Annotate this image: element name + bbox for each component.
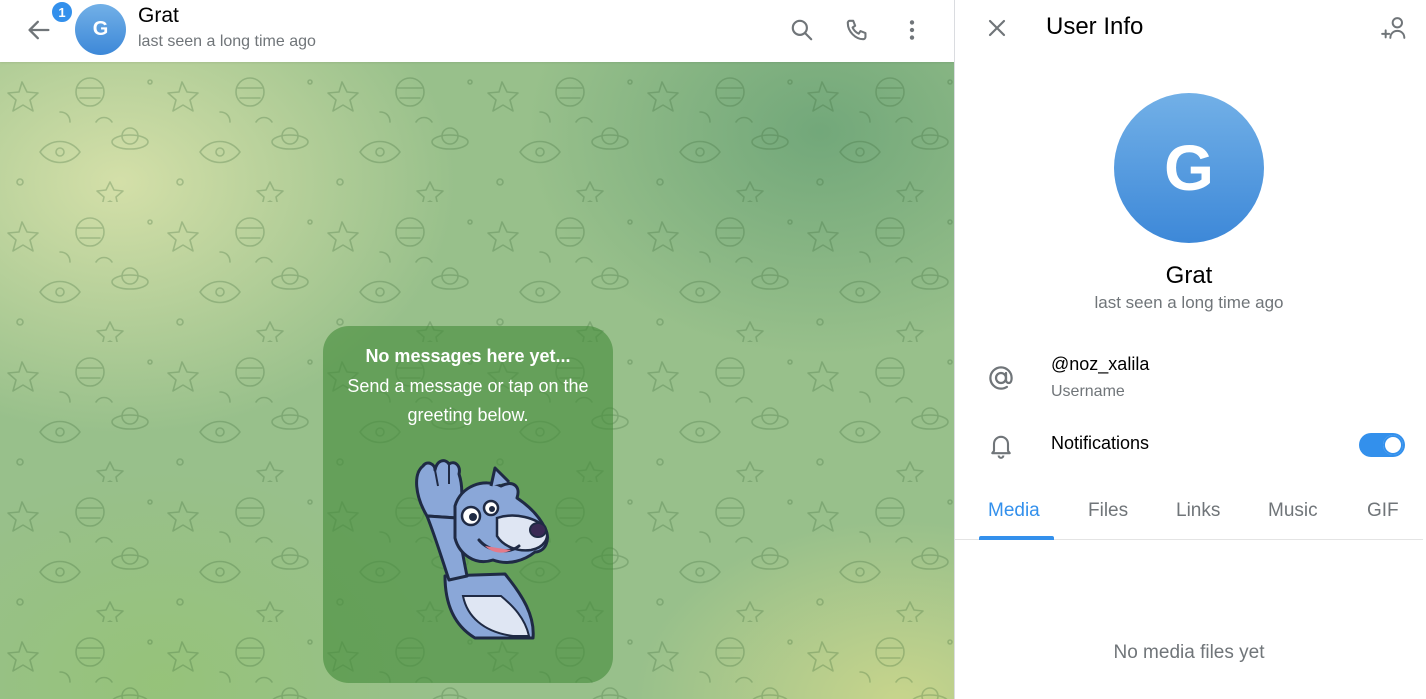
- add-contact-icon: [1381, 17, 1406, 39]
- active-tab-indicator: [979, 536, 1054, 540]
- chat-title[interactable]: Grat: [138, 4, 179, 28]
- search-button[interactable]: [782, 10, 822, 50]
- close-icon: [988, 19, 1006, 37]
- empty-chat-text: Send a message or tap on the greeting be…: [347, 376, 589, 425]
- chat-status: last seen a long time ago: [138, 33, 316, 50]
- notifications-label: Notifications: [1051, 433, 1150, 453]
- call-button[interactable]: [837, 10, 877, 50]
- media-tabs: Media Files Links Music GIF: [955, 492, 1423, 540]
- chat-area: 1 G Grat last seen a long time ago No me…: [0, 0, 954, 699]
- tab-music[interactable]: Music: [1268, 500, 1318, 522]
- username-caption: Username: [1051, 383, 1125, 400]
- username-value[interactable]: @noz_xalila: [1051, 354, 1149, 375]
- phone-icon: [846, 19, 867, 41]
- search-icon: [791, 19, 813, 41]
- at-sign-icon: [989, 366, 1013, 390]
- bell-icon: [991, 435, 1011, 459]
- user-info-panel: User Info G Grat last seen a long time a…: [954, 0, 1426, 699]
- tab-files[interactable]: Files: [1088, 500, 1128, 522]
- notifications-toggle[interactable]: [1359, 433, 1405, 457]
- close-button[interactable]: [977, 8, 1017, 48]
- chat-avatar[interactable]: G: [75, 4, 126, 55]
- greeting-sticker[interactable]: [405, 456, 555, 646]
- empty-chat-title: No messages here yet...: [365, 346, 571, 366]
- back-arrow-icon: [28, 20, 50, 40]
- profile-avatar[interactable]: G: [1114, 93, 1264, 243]
- empty-media-text: No media files yet: [1113, 642, 1265, 663]
- chat-header: 1 G Grat last seen a long time ago: [0, 0, 954, 62]
- tab-links[interactable]: Links: [1176, 500, 1220, 522]
- more-button[interactable]: [892, 10, 932, 50]
- panel-title: User Info: [1046, 13, 1144, 40]
- profile-status: last seen a long time ago: [1094, 293, 1284, 312]
- tab-gif[interactable]: GIF: [1367, 500, 1399, 522]
- tab-media[interactable]: Media: [988, 500, 1040, 522]
- profile-name: Grat: [1165, 262, 1213, 289]
- toggle-knob: [1383, 435, 1403, 455]
- unread-badge: 1: [50, 0, 74, 24]
- more-vertical-icon: [909, 20, 915, 40]
- notifications-row-icon: [983, 427, 1019, 463]
- add-contact-button[interactable]: [1373, 8, 1417, 48]
- username-row-icon: [983, 360, 1019, 396]
- empty-chat-card: No messages here yet... Send a message o…: [323, 326, 613, 683]
